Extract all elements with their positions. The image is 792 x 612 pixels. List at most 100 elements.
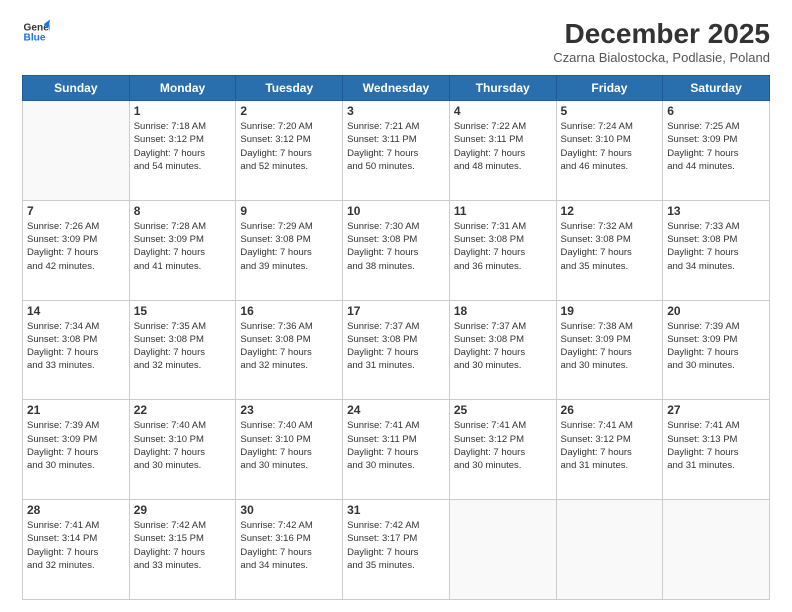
calendar-cell: 28 Sunrise: 7:41 AM Sunset: 3:14 PM Dayli… [23, 500, 130, 600]
calendar-cell: 24 Sunrise: 7:41 AM Sunset: 3:11 PM Dayli… [343, 400, 450, 500]
day-info: Sunrise: 7:41 AM Sunset: 3:12 PM Dayligh… [561, 419, 659, 472]
day-info: Sunrise: 7:18 AM Sunset: 3:12 PM Dayligh… [134, 120, 232, 173]
day-number: 23 [240, 403, 338, 417]
calendar-cell: 15 Sunrise: 7:35 AM Sunset: 3:08 PM Dayli… [129, 300, 236, 400]
day-info: Sunrise: 7:32 AM Sunset: 3:08 PM Dayligh… [561, 220, 659, 273]
day-info: Sunrise: 7:40 AM Sunset: 3:10 PM Dayligh… [240, 419, 338, 472]
day-number: 1 [134, 104, 232, 118]
calendar-cell: 9 Sunrise: 7:29 AM Sunset: 3:08 PM Daylig… [236, 200, 343, 300]
calendar-week-row-1: 1 Sunrise: 7:18 AM Sunset: 3:12 PM Daylig… [23, 101, 770, 201]
day-number: 14 [27, 304, 125, 318]
day-info: Sunrise: 7:41 AM Sunset: 3:11 PM Dayligh… [347, 419, 445, 472]
calendar-cell: 16 Sunrise: 7:36 AM Sunset: 3:08 PM Dayli… [236, 300, 343, 400]
calendar-cell: 22Sunrise: 7:40 AM Sunset: 3:10 PM Dayli… [129, 400, 236, 500]
day-info: Sunrise: 7:36 AM Sunset: 3:08 PM Dayligh… [240, 320, 338, 373]
calendar-cell: 26Sunrise: 7:41 AM Sunset: 3:12 PM Dayli… [556, 400, 663, 500]
day-info: Sunrise: 7:22 AM Sunset: 3:11 PM Dayligh… [454, 120, 552, 173]
day-number: 25 [454, 403, 552, 417]
header: General Blue December 2025 Czarna Bialos… [22, 18, 770, 65]
calendar-cell: 8 Sunrise: 7:28 AM Sunset: 3:09 PM Daylig… [129, 200, 236, 300]
day-info: Sunrise: 7:41 AM Sunset: 3:12 PM Dayligh… [454, 419, 552, 472]
calendar-week-row-2: 7 Sunrise: 7:26 AM Sunset: 3:09 PM Daylig… [23, 200, 770, 300]
day-info: Sunrise: 7:20 AM Sunset: 3:12 PM Dayligh… [240, 120, 338, 173]
day-number: 21 [27, 403, 125, 417]
day-number: 8 [134, 204, 232, 218]
day-number: 6 [667, 104, 765, 118]
day-info: Sunrise: 7:24 AM Sunset: 3:10 PM Dayligh… [561, 120, 659, 173]
day-info: Sunrise: 7:29 AM Sunset: 3:08 PM Dayligh… [240, 220, 338, 273]
calendar-cell: 18 Sunrise: 7:37 AM Sunset: 3:08 PM Dayli… [449, 300, 556, 400]
day-info: Sunrise: 7:37 AM Sunset: 3:08 PM Dayligh… [454, 320, 552, 373]
day-info: Sunrise: 7:26 AM Sunset: 3:09 PM Dayligh… [27, 220, 125, 273]
header-day-sunday: Sunday [23, 76, 130, 101]
calendar-cell: 27 Sunrise: 7:41 AM Sunset: 3:13 PM Dayli… [663, 400, 770, 500]
day-info: Sunrise: 7:39 AM Sunset: 3:09 PM Dayligh… [667, 320, 765, 373]
day-number: 18 [454, 304, 552, 318]
day-number: 15 [134, 304, 232, 318]
page: General Blue December 2025 Czarna Bialos… [0, 0, 792, 612]
logo-icon: General Blue [22, 18, 50, 46]
calendar-week-row-3: 14Sunrise: 7:34 AM Sunset: 3:08 PM Dayli… [23, 300, 770, 400]
day-info: Sunrise: 7:28 AM Sunset: 3:09 PM Dayligh… [134, 220, 232, 273]
day-info: Sunrise: 7:41 AM Sunset: 3:13 PM Dayligh… [667, 419, 765, 472]
calendar-cell: 3Sunrise: 7:21 AM Sunset: 3:11 PM Daylig… [343, 101, 450, 201]
calendar-cell: 20 Sunrise: 7:39 AM Sunset: 3:09 PM Dayli… [663, 300, 770, 400]
day-number: 5 [561, 104, 659, 118]
calendar-cell: 30 Sunrise: 7:42 AM Sunset: 3:16 PM Dayli… [236, 500, 343, 600]
header-day-wednesday: Wednesday [343, 76, 450, 101]
day-info: Sunrise: 7:42 AM Sunset: 3:17 PM Dayligh… [347, 519, 445, 572]
calendar-cell: 23 Sunrise: 7:40 AM Sunset: 3:10 PM Dayli… [236, 400, 343, 500]
calendar-cell: 21 Sunrise: 7:39 AM Sunset: 3:09 PM Dayli… [23, 400, 130, 500]
calendar-cell [556, 500, 663, 600]
day-number: 16 [240, 304, 338, 318]
main-title: December 2025 [553, 18, 770, 50]
day-number: 12 [561, 204, 659, 218]
subtitle: Czarna Bialostocka, Podlasie, Poland [553, 50, 770, 65]
day-info: Sunrise: 7:25 AM Sunset: 3:09 PM Dayligh… [667, 120, 765, 173]
calendar-cell: 1 Sunrise: 7:18 AM Sunset: 3:12 PM Daylig… [129, 101, 236, 201]
day-number: 20 [667, 304, 765, 318]
day-number: 19 [561, 304, 659, 318]
day-number: 2 [240, 104, 338, 118]
calendar-cell: 13 Sunrise: 7:33 AM Sunset: 3:08 PM Dayli… [663, 200, 770, 300]
calendar-header-row: SundayMondayTuesdayWednesdayThursdayFrid… [23, 76, 770, 101]
day-number: 30 [240, 503, 338, 517]
day-info: Sunrise: 7:21 AM Sunset: 3:11 PM Dayligh… [347, 120, 445, 173]
day-number: 9 [240, 204, 338, 218]
day-number: 29 [134, 503, 232, 517]
day-number: 27 [667, 403, 765, 417]
calendar-week-row-5: 28 Sunrise: 7:41 AM Sunset: 3:14 PM Dayli… [23, 500, 770, 600]
calendar-cell [23, 101, 130, 201]
day-number: 24 [347, 403, 445, 417]
calendar-cell [663, 500, 770, 600]
day-number: 7 [27, 204, 125, 218]
day-info: Sunrise: 7:39 AM Sunset: 3:09 PM Dayligh… [27, 419, 125, 472]
day-info: Sunrise: 7:38 AM Sunset: 3:09 PM Dayligh… [561, 320, 659, 373]
day-info: Sunrise: 7:33 AM Sunset: 3:08 PM Dayligh… [667, 220, 765, 273]
calendar-cell: 25 Sunrise: 7:41 AM Sunset: 3:12 PM Dayli… [449, 400, 556, 500]
day-number: 28 [27, 503, 125, 517]
day-info: Sunrise: 7:37 AM Sunset: 3:08 PM Dayligh… [347, 320, 445, 373]
day-number: 4 [454, 104, 552, 118]
header-day-saturday: Saturday [663, 76, 770, 101]
svg-text:Blue: Blue [24, 33, 46, 44]
calendar-cell: 14Sunrise: 7:34 AM Sunset: 3:08 PM Dayli… [23, 300, 130, 400]
title-block: December 2025 Czarna Bialostocka, Podlas… [553, 18, 770, 65]
day-number: 22 [134, 403, 232, 417]
calendar-cell: 11Sunrise: 7:31 AM Sunset: 3:08 PM Dayli… [449, 200, 556, 300]
calendar-cell: 29 Sunrise: 7:42 AM Sunset: 3:15 PM Dayli… [129, 500, 236, 600]
calendar-cell: 12 Sunrise: 7:32 AM Sunset: 3:08 PM Dayli… [556, 200, 663, 300]
calendar-cell: 5 Sunrise: 7:24 AM Sunset: 3:10 PM Daylig… [556, 101, 663, 201]
calendar-cell: 19 Sunrise: 7:38 AM Sunset: 3:09 PM Dayli… [556, 300, 663, 400]
day-info: Sunrise: 7:31 AM Sunset: 3:08 PM Dayligh… [454, 220, 552, 273]
day-info: Sunrise: 7:42 AM Sunset: 3:15 PM Dayligh… [134, 519, 232, 572]
day-info: Sunrise: 7:41 AM Sunset: 3:14 PM Dayligh… [27, 519, 125, 572]
calendar-cell: 2 Sunrise: 7:20 AM Sunset: 3:12 PM Daylig… [236, 101, 343, 201]
day-info: Sunrise: 7:42 AM Sunset: 3:16 PM Dayligh… [240, 519, 338, 572]
calendar-cell: 31Sunrise: 7:42 AM Sunset: 3:17 PM Dayli… [343, 500, 450, 600]
header-day-friday: Friday [556, 76, 663, 101]
logo: General Blue [22, 18, 50, 46]
day-number: 13 [667, 204, 765, 218]
calendar-cell [449, 500, 556, 600]
day-info: Sunrise: 7:35 AM Sunset: 3:08 PM Dayligh… [134, 320, 232, 373]
